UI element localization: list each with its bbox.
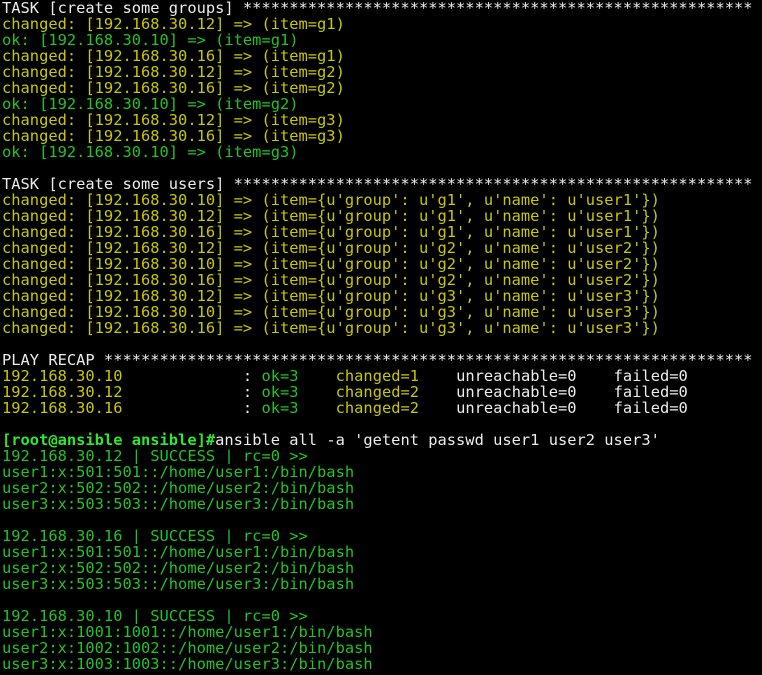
recap-unreachable: unreachable=0 [456, 368, 577, 384]
result-header: 192.168.30.12 | SUCCESS | rc=0 >> [2, 448, 308, 464]
recap-spacer [299, 368, 336, 384]
recap-ok: ok=3 [261, 400, 299, 416]
task-output-line: changed: [192.168.30.10] => (item={u'gro… [2, 256, 660, 272]
task-output-line: changed: [192.168.30.16] => (item={u'gro… [2, 320, 660, 336]
result-line: user3:x:503:503::/home/user3:/bin/bash [2, 496, 355, 512]
play-recap-header: PLAY RECAP *****************************… [2, 352, 753, 368]
recap-failed: failed=0 [613, 400, 688, 416]
shell-prompt: [root@ansible ansible]# [2, 432, 216, 448]
recap-changed: changed=1 [335, 368, 420, 384]
recap-failed: failed=0 [613, 368, 688, 384]
task-output-line: ok: [192.168.30.10] => (item=g2) [2, 96, 299, 112]
task-output-line: changed: [192.168.30.10] => (item={u'gro… [2, 304, 660, 320]
task-output-line: changed: [192.168.30.12] => (item=g2) [2, 64, 345, 80]
task-output-line: changed: [192.168.30.12] => (item=g1) [2, 16, 345, 32]
recap-spacer [299, 400, 336, 416]
recap-separator: : [122, 368, 262, 384]
recap-separator: : [122, 400, 262, 416]
command-line[interactable]: [root@ansible ansible]#ansible all -a 'g… [2, 432, 762, 448]
recap-host: 192.168.30.10 [2, 368, 123, 384]
recap-unreachable: unreachable=0 [456, 400, 577, 416]
task-output-line: ok: [192.168.30.10] => (item=g3) [2, 144, 299, 160]
recap-row: 192.168.30.16 : ok=3 changed=2 unreachab… [2, 400, 762, 416]
recap-row: 192.168.30.12 : ok=3 changed=2 unreachab… [2, 384, 762, 400]
terminal-window[interactable]: TASK [create some groups] **************… [2, 0, 762, 675]
task-header: TASK [create some users] ***************… [2, 176, 753, 192]
recap-ok: ok=3 [261, 368, 299, 384]
command-text[interactable]: ansible all -a 'getent passwd user1 user… [215, 432, 660, 448]
result-header: 192.168.30.10 | SUCCESS | rc=0 >> [2, 608, 308, 624]
recap-host: 192.168.30.12 [2, 384, 123, 400]
recap-spacer [419, 400, 456, 416]
recap-spacer [299, 384, 336, 400]
result-line: user3:x:503:503::/home/user3:/bin/bash [2, 576, 355, 592]
result-line: user3:x:1003:1003::/home/user3:/bin/bash [2, 656, 373, 672]
recap-spacer [577, 400, 614, 416]
task-output-line: changed: [192.168.30.12] => (item={u'gro… [2, 240, 660, 256]
task-output-line: changed: [192.168.30.10] => (item={u'gro… [2, 192, 660, 208]
recap-spacer [419, 368, 456, 384]
recap-changed: changed=2 [335, 400, 420, 416]
result-line: user1:x:501:501::/home/user1:/bin/bash [2, 544, 355, 560]
task-output-line: changed: [192.168.30.12] => (item={u'gro… [2, 288, 660, 304]
task-output-line: changed: [192.168.30.16] => (item={u'gro… [2, 224, 660, 240]
recap-spacer [419, 384, 456, 400]
result-line: user1:x:501:501::/home/user1:/bin/bash [2, 464, 355, 480]
result-line: user2:x:502:502::/home/user2:/bin/bash [2, 560, 355, 576]
recap-row: 192.168.30.10 : ok=3 changed=1 unreachab… [2, 368, 762, 384]
result-line: user1:x:1001:1001::/home/user1:/bin/bash [2, 624, 373, 640]
task-output-line: changed: [192.168.30.16] => (item=g2) [2, 80, 345, 96]
recap-host: 192.168.30.16 [2, 400, 123, 416]
recap-spacer [577, 368, 614, 384]
task-output-line: changed: [192.168.30.16] => (item=g1) [2, 48, 345, 64]
task-output-line: ok: [192.168.30.10] => (item=g1) [2, 32, 299, 48]
result-line: user2:x:502:502::/home/user2:/bin/bash [2, 480, 355, 496]
recap-spacer [577, 384, 614, 400]
result-line: user2:x:1002:1002::/home/user2:/bin/bash [2, 640, 373, 656]
task-output-line: changed: [192.168.30.12] => (item=g3) [2, 112, 345, 128]
recap-changed: changed=2 [335, 384, 420, 400]
recap-failed: failed=0 [613, 384, 688, 400]
recap-unreachable: unreachable=0 [456, 384, 577, 400]
recap-separator: : [122, 384, 262, 400]
task-output-line: changed: [192.168.30.12] => (item={u'gro… [2, 208, 660, 224]
task-header: TASK [create some groups] **************… [2, 0, 753, 16]
recap-ok: ok=3 [261, 384, 299, 400]
result-header: 192.168.30.16 | SUCCESS | rc=0 >> [2, 528, 308, 544]
task-output-line: changed: [192.168.30.16] => (item=g3) [2, 128, 345, 144]
task-output-line: changed: [192.168.30.16] => (item={u'gro… [2, 272, 660, 288]
